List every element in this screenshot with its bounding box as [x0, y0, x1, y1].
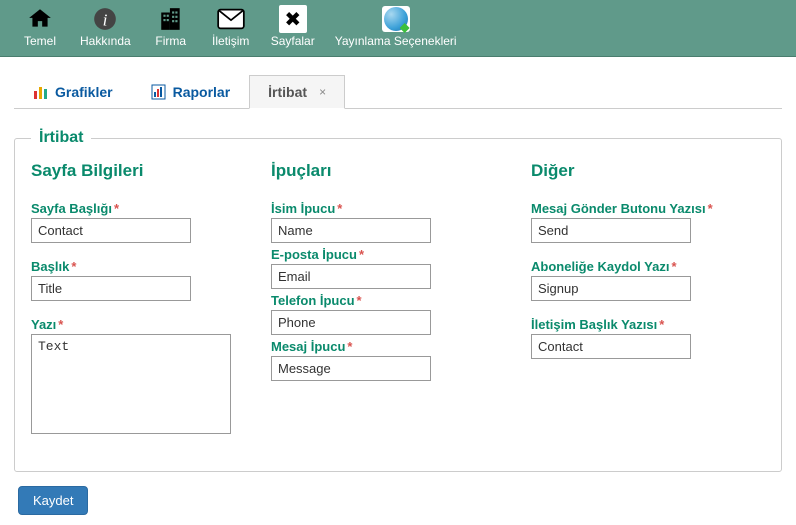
col-ipuclari: İpuçları İsim İpucu* E-posta İpucu* Tele… — [271, 161, 491, 453]
label-isim-ipucu: İsim İpucu* — [271, 201, 491, 216]
save-button[interactable]: Kaydet — [18, 486, 88, 515]
buildings-icon — [157, 4, 185, 34]
tab-raporlar[interactable]: Raporlar — [132, 75, 250, 108]
nav-firma[interactable]: Firma — [141, 2, 201, 50]
globe-icon — [382, 4, 410, 34]
label-iletisim-baslik: İletişim Başlık Yazısı* — [531, 317, 751, 332]
input-gonder-buton[interactable] — [531, 218, 691, 243]
label-telefon-ipucu: Telefon İpucu* — [271, 293, 491, 308]
mail-icon — [217, 4, 245, 34]
nav-label: Temel — [24, 34, 56, 48]
chart-bars-icon — [33, 84, 49, 100]
nav-label: Hakkında — [80, 34, 131, 48]
input-isim-ipucu[interactable] — [271, 218, 431, 243]
tab-strip: Grafikler Raporlar İrtibat × — [14, 75, 782, 109]
label-baslik: Başlık* — [31, 259, 231, 274]
nav-label: İletişim — [212, 34, 249, 48]
input-abone-kaydol[interactable] — [531, 276, 691, 301]
tab-irtibat[interactable]: İrtibat × — [249, 75, 345, 109]
tab-grafikler[interactable]: Grafikler — [14, 75, 132, 108]
nav-temel[interactable]: Temel — [10, 2, 70, 50]
input-sayfa-basligi[interactable] — [31, 218, 191, 243]
label-eposta-ipucu: E-posta İpucu* — [271, 247, 491, 262]
label-yazi: Yazı* — [31, 317, 231, 332]
input-eposta-ipucu[interactable] — [271, 264, 431, 289]
input-baslik[interactable] — [31, 276, 191, 301]
col-diger: Diğer Mesaj Gönder Butonu Yazısı* Abonel… — [531, 161, 751, 453]
top-nav: Temel i Hakkında Firma İletişim ✖ Sayfal… — [0, 0, 796, 57]
svg-text:i: i — [103, 11, 108, 30]
label-abone-kaydol: Aboneliğe Kaydol Yazı* — [531, 259, 751, 274]
info-icon: i — [92, 4, 118, 34]
input-mesaj-ipucu[interactable] — [271, 356, 431, 381]
input-telefon-ipucu[interactable] — [271, 310, 431, 335]
tab-close-icon[interactable]: × — [319, 85, 326, 99]
label-mesaj-ipucu: Mesaj İpucu* — [271, 339, 491, 354]
col-sayfa-bilgileri: Sayfa Bilgileri Sayfa Başlığı* Başlık* Y… — [31, 161, 231, 453]
label-gonder-buton: Mesaj Gönder Butonu Yazısı* — [531, 201, 751, 216]
tab-label: İrtibat — [268, 84, 307, 100]
nav-yayin[interactable]: Yayınlama Seçenekleri — [325, 2, 467, 50]
tab-label: Grafikler — [55, 84, 113, 100]
irtibat-fieldset: İrtibat Sayfa Bilgileri Sayfa Başlığı* B… — [14, 129, 782, 472]
section-title: Diğer — [531, 161, 751, 181]
section-title: Sayfa Bilgileri — [31, 161, 231, 181]
content-area: Grafikler Raporlar İrtibat × İrtibat Say… — [0, 57, 796, 525]
section-title: İpuçları — [271, 161, 491, 181]
input-iletisim-baslik[interactable] — [531, 334, 691, 359]
report-icon — [151, 84, 167, 100]
nav-label: Firma — [155, 34, 186, 48]
home-icon — [26, 4, 54, 34]
fieldset-legend: İrtibat — [31, 129, 91, 147]
nav-label: Sayfalar — [271, 34, 315, 48]
tab-label: Raporlar — [173, 84, 231, 100]
tools-icon: ✖ — [279, 4, 307, 34]
nav-label: Yayınlama Seçenekleri — [335, 34, 457, 48]
nav-iletisim[interactable]: İletişim — [201, 2, 261, 50]
input-yazi[interactable]: Text — [31, 334, 231, 434]
nav-sayfalar[interactable]: ✖ Sayfalar — [261, 2, 325, 50]
label-sayfa-basligi: Sayfa Başlığı* — [31, 201, 231, 216]
nav-hakkinda[interactable]: i Hakkında — [70, 2, 141, 50]
